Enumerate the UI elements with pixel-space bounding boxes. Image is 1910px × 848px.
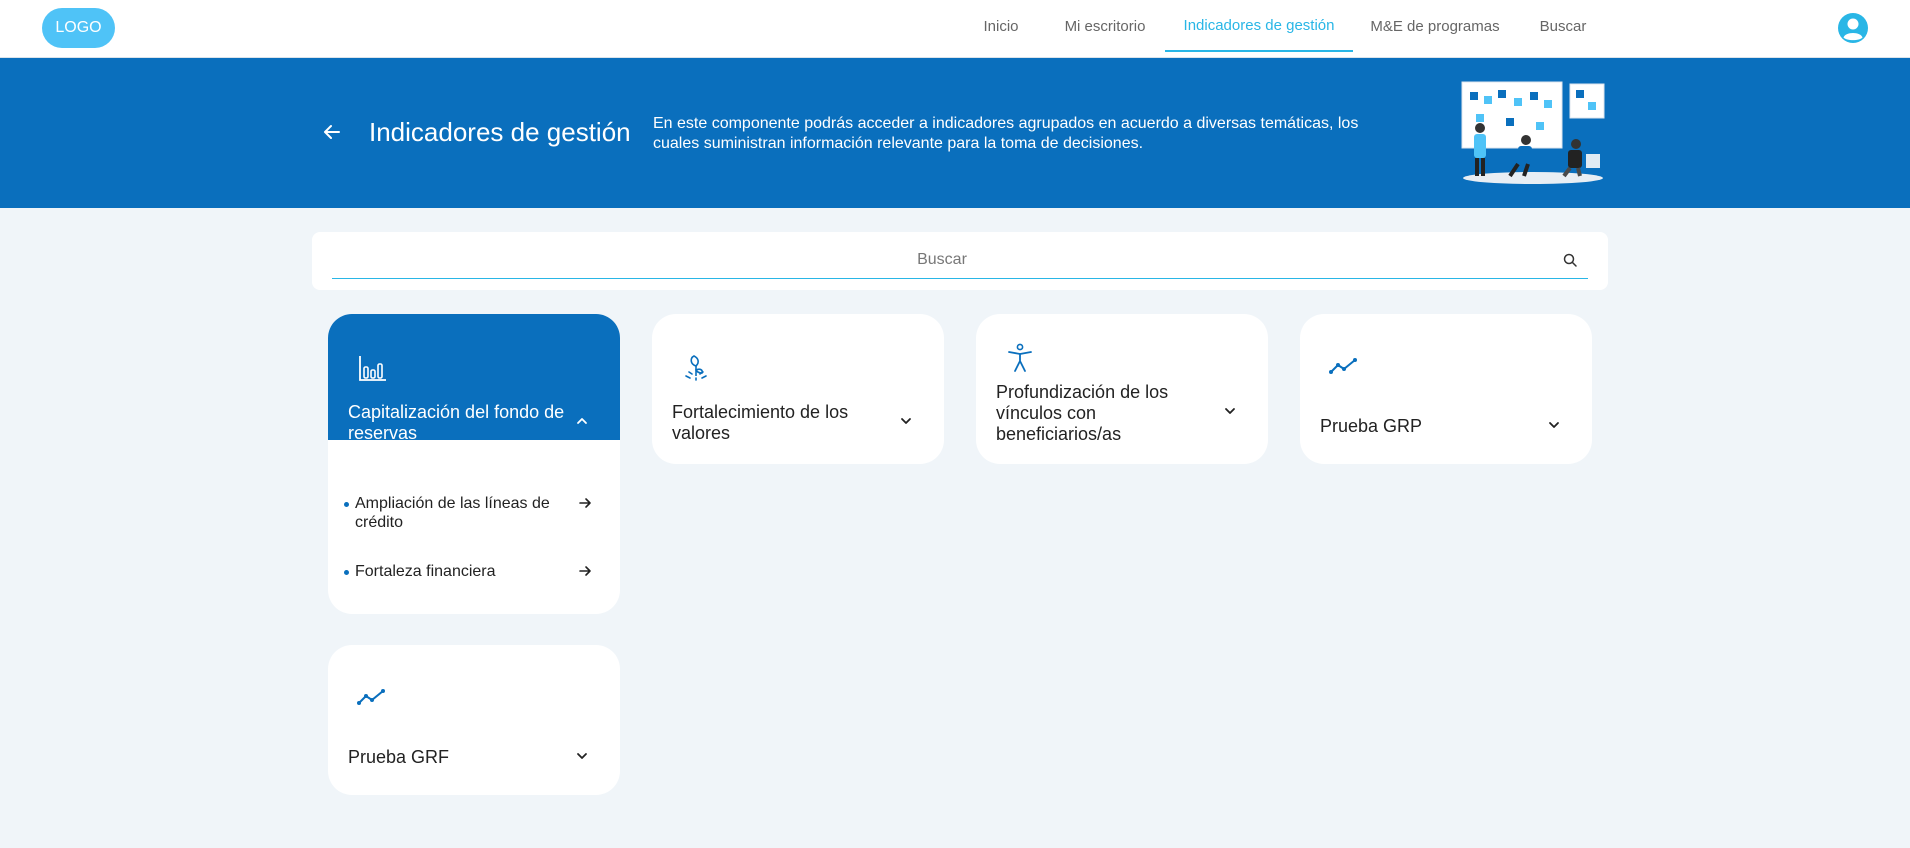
sprout-icon (685, 355, 707, 381)
chevron-down-icon[interactable] (1547, 418, 1561, 432)
accessibility-icon (1008, 343, 1032, 372)
card-title: Prueba GRF (348, 747, 450, 767)
indicator-card-profundizacion[interactable]: Profundización de los vínculos con benef… (976, 314, 1268, 464)
card-submenu: Ampliación de las líneas de crédito Fort… (328, 440, 620, 614)
trend-line-icon (1329, 358, 1357, 374)
indicator-card-fortalecimiento[interactable]: Fortalecimiento de los valores (652, 314, 944, 464)
card-title: Capitalización del fondo de reservas (348, 402, 565, 443)
search-input[interactable] (332, 242, 1552, 278)
bullet (344, 570, 349, 575)
team-meeting-illustration (1461, 81, 1605, 184)
top-navbar: LOGO Inicio Mi escritorio Indicadores de… (0, 0, 1910, 58)
indicator-card-prueba-grp[interactable]: Prueba GRP (1300, 314, 1592, 464)
user-avatar-icon[interactable] (1837, 12, 1869, 44)
indicator-card-prueba-grf[interactable]: Prueba GRF (328, 645, 620, 795)
nav-item-me-programas[interactable]: M&E de programas (1360, 0, 1510, 52)
chevron-down-icon[interactable] (899, 414, 913, 428)
card-title: Fortalecimiento de los valores (672, 402, 849, 443)
page-banner: Indicadores de gestión En este component… (0, 58, 1910, 208)
search-bar (312, 232, 1608, 290)
search-icon[interactable] (1562, 252, 1578, 268)
arrow-left-icon[interactable] (322, 122, 342, 142)
submenu-item-label: Ampliación de las líneas de crédito (355, 495, 550, 531)
submenu-item-label: Fortaleza financiera (355, 563, 496, 580)
card-title: Prueba GRP (1320, 416, 1423, 436)
chevron-down-icon[interactable] (575, 749, 589, 763)
arrow-right-icon[interactable] (578, 496, 592, 510)
bullet (344, 502, 349, 507)
chevron-down-icon[interactable] (1223, 404, 1237, 418)
main-nav: Inicio Mi escritorio Indicadores de gest… (0, 0, 1910, 58)
page-description: En este componente podrás acceder a indi… (653, 115, 1359, 152)
search-underline (332, 278, 1588, 279)
nav-item-inicio[interactable]: Inicio (965, 0, 1037, 52)
nav-item-buscar[interactable]: Buscar (1525, 0, 1601, 52)
chevron-up-icon[interactable] (575, 414, 589, 428)
nav-item-mi-escritorio[interactable]: Mi escritorio (1052, 0, 1158, 52)
bar-chart-icon (359, 356, 386, 381)
page-title: Indicadores de gestión (369, 117, 631, 147)
nav-item-indicadores[interactable]: Indicadores de gestión (1165, 0, 1353, 52)
trend-line-icon (357, 689, 385, 705)
arrow-right-icon[interactable] (578, 564, 592, 578)
card-title: Profundización de los vínculos con benef… (996, 382, 1169, 444)
submenu-item-fortaleza[interactable]: Fortaleza financiera (344, 562, 604, 584)
submenu-item-ampliacion[interactable]: Ampliación de las líneas de crédito (344, 494, 604, 534)
